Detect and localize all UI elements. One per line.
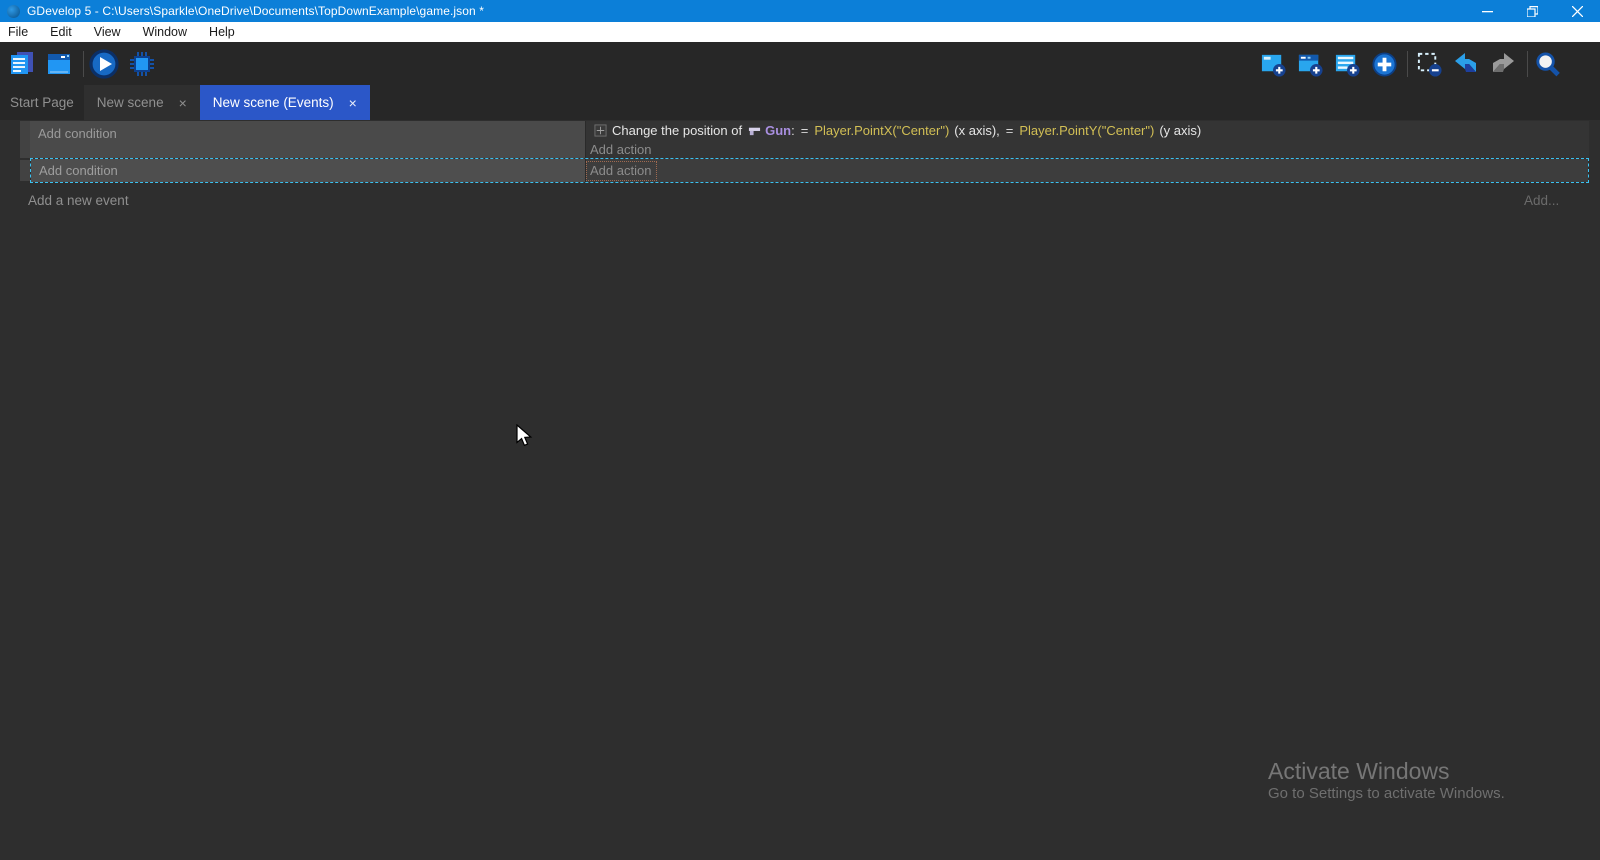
action-operator: = bbox=[1006, 123, 1014, 138]
scene-window-icon bbox=[45, 50, 73, 78]
scene-window-button[interactable] bbox=[44, 49, 74, 79]
activate-windows-watermark-sub: Go to Settings to activate Windows. bbox=[1268, 785, 1505, 802]
tab-label: New scene (Events) bbox=[213, 95, 334, 110]
close-icon bbox=[1572, 6, 1583, 17]
add-new-event-button[interactable]: Add a new event bbox=[28, 193, 129, 208]
play-preview-button[interactable] bbox=[89, 49, 119, 79]
restore-icon bbox=[1527, 6, 1538, 17]
undo-icon bbox=[1452, 50, 1480, 78]
debugger-icon bbox=[128, 50, 156, 78]
event-row-handle[interactable] bbox=[20, 160, 30, 181]
tab-new-scene-events[interactable]: New scene (Events) × bbox=[200, 85, 370, 120]
toolbar-separator bbox=[83, 51, 84, 77]
add-action-placeholder[interactable]: Add action bbox=[586, 140, 1589, 158]
undo-button[interactable] bbox=[1451, 49, 1481, 79]
toolbar-separator bbox=[1407, 51, 1408, 77]
action-change-position[interactable]: Change the position of Gun: = Player.Poi… bbox=[586, 121, 1589, 140]
expression-y: Player.PointY("Center") bbox=[1019, 123, 1154, 138]
menu-file[interactable]: File bbox=[0, 22, 39, 42]
minimize-button[interactable] bbox=[1465, 0, 1510, 22]
menu-window[interactable]: Window bbox=[132, 22, 198, 42]
redo-icon bbox=[1489, 50, 1517, 78]
event1-actions-cell[interactable]: Change the position of Gun: = Player.Poi… bbox=[585, 121, 1589, 158]
expression-x: Player.PointX("Center") bbox=[814, 123, 949, 138]
event2-selected-row[interactable]: Add condition Add action bbox=[30, 158, 1589, 183]
title-bar: GDevelop 5 - C:\Users\Sparkle\OneDrive\D… bbox=[0, 0, 1600, 22]
toolbar bbox=[0, 42, 1600, 85]
add-event-icon bbox=[1260, 51, 1287, 78]
gun-object-thumbnail-icon bbox=[748, 124, 761, 137]
delete-selection-button[interactable] bbox=[1414, 49, 1444, 79]
action-text: (y axis) bbox=[1159, 123, 1201, 138]
tab-close-icon[interactable]: × bbox=[349, 96, 357, 110]
tab-new-scene[interactable]: New scene × bbox=[84, 85, 200, 120]
event2-actions-cell[interactable]: Add action bbox=[585, 159, 1588, 182]
toolbar-separator bbox=[1527, 51, 1528, 77]
position-action-icon bbox=[594, 124, 607, 137]
add-comment-button[interactable] bbox=[1332, 49, 1362, 79]
redo-button[interactable] bbox=[1488, 49, 1518, 79]
add-condition-placeholder: Add condition bbox=[39, 163, 118, 178]
action-text: : bbox=[791, 123, 795, 138]
tab-close-icon[interactable]: × bbox=[179, 96, 187, 110]
close-button[interactable] bbox=[1555, 0, 1600, 22]
add-action-placeholder[interactable]: Add action bbox=[586, 161, 657, 181]
tab-label: New scene bbox=[97, 95, 164, 110]
tab-label: Start Page bbox=[10, 95, 74, 110]
project-manager-icon bbox=[8, 50, 36, 78]
menu-edit[interactable]: Edit bbox=[39, 22, 83, 42]
minimize-icon bbox=[1482, 6, 1493, 17]
event2-conditions-cell[interactable]: Add condition bbox=[31, 159, 585, 182]
search-events-button[interactable] bbox=[1532, 49, 1562, 79]
menu-view[interactable]: View bbox=[83, 22, 132, 42]
add-subevent-button[interactable] bbox=[1295, 49, 1325, 79]
add-action-label: Add action bbox=[590, 142, 651, 157]
events-sheet: Add condition Change the position of Gun… bbox=[0, 120, 1600, 860]
add-comment-icon bbox=[1334, 51, 1361, 78]
add-more-button[interactable]: Add... bbox=[1524, 193, 1559, 208]
action-text: Change the position of bbox=[612, 123, 742, 138]
restore-button[interactable] bbox=[1510, 0, 1555, 22]
tab-start-page[interactable]: Start Page bbox=[0, 85, 84, 120]
mouse-cursor bbox=[516, 424, 538, 448]
action-text: (x axis), bbox=[954, 123, 1000, 138]
delete-selection-icon bbox=[1416, 51, 1443, 78]
search-icon bbox=[1534, 51, 1561, 78]
debugger-button[interactable] bbox=[127, 49, 157, 79]
event-row-handle[interactable] bbox=[20, 121, 30, 158]
add-condition-placeholder: Add condition bbox=[38, 126, 117, 141]
add-other-event-icon bbox=[1371, 51, 1398, 78]
tab-bar: Start Page New scene × New scene (Events… bbox=[0, 85, 1600, 120]
play-preview-icon bbox=[89, 49, 119, 79]
window-title: GDevelop 5 - C:\Users\Sparkle\OneDrive\D… bbox=[27, 4, 484, 18]
event1-conditions-cell[interactable]: Add condition bbox=[30, 121, 585, 158]
menu-bar: File Edit View Window Help bbox=[0, 22, 1600, 42]
add-event-button[interactable] bbox=[1258, 49, 1288, 79]
add-subevent-icon bbox=[1297, 51, 1324, 78]
gdevelop-logo-icon bbox=[7, 5, 20, 18]
menu-help[interactable]: Help bbox=[198, 22, 246, 42]
object-name: Gun bbox=[765, 123, 791, 138]
action-operator: = bbox=[801, 123, 809, 138]
project-manager-button[interactable] bbox=[7, 49, 37, 79]
activate-windows-watermark: Activate Windows bbox=[1268, 758, 1450, 785]
add-other-event-button[interactable] bbox=[1369, 49, 1399, 79]
